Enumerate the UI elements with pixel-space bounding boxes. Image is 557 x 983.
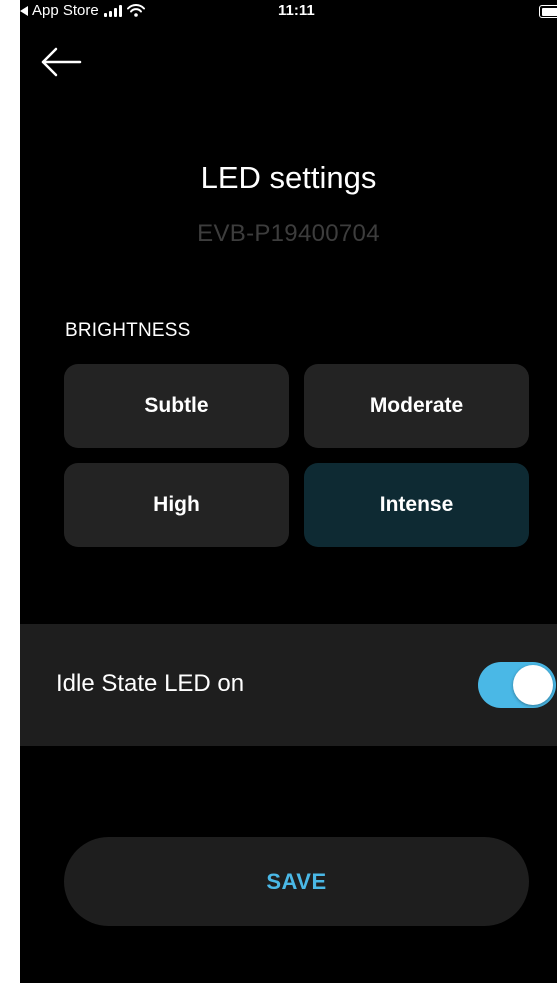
idle-led-toggle[interactable]	[478, 662, 556, 708]
brightness-high-button[interactable]: High	[64, 463, 289, 547]
status-bar: App Store 11:11	[20, 0, 557, 36]
page-title: LED settings	[200, 160, 377, 195]
brightness-moderate-button[interactable]: Moderate	[304, 364, 529, 448]
battery-icon	[539, 5, 557, 18]
toggle-knob	[513, 665, 553, 705]
cellular-signal-icon	[103, 4, 122, 17]
brightness-moderate-label: Moderate	[369, 394, 464, 417]
status-back-to-app[interactable]: App Store	[20, 2, 145, 19]
save-button[interactable]: SAVE	[64, 837, 529, 926]
idle-led-label: Idle State LED on	[56, 670, 245, 697]
brightness-intense-button[interactable]: Intense	[304, 463, 529, 547]
brightness-high-label: High	[153, 493, 200, 516]
brightness-subtle-button[interactable]: Subtle	[64, 364, 289, 448]
status-time: 11:11	[278, 2, 315, 19]
led-settings-screen: App Store 11:11 LED settings EVB-P194007…	[20, 0, 557, 983]
brightness-subtle-label: Subtle	[144, 394, 209, 417]
device-serial: EVB-P19400704	[197, 220, 380, 247]
brightness-intense-label: Intense	[379, 493, 454, 516]
status-back-app-label: App Store	[32, 2, 99, 19]
wifi-icon	[126, 4, 145, 17]
arrow-left-icon[interactable]	[40, 47, 82, 77]
save-button-label: SAVE	[266, 868, 327, 894]
back-triangle-icon	[20, 5, 28, 16]
brightness-label: BRIGHTNESS	[65, 320, 191, 341]
idle-led-row: Idle State LED on	[20, 624, 557, 746]
